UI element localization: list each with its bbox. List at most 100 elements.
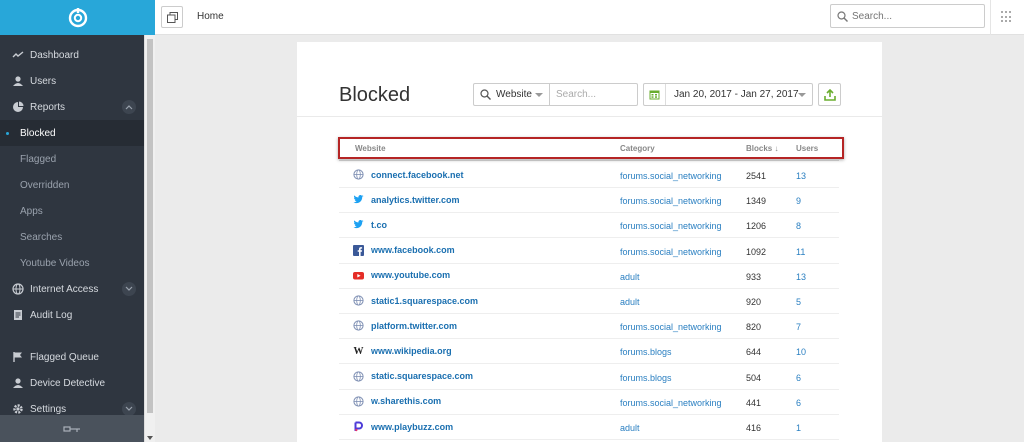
date-range-picker[interactable]: Jan 20, 2017 - Jan 27, 2017 (643, 83, 813, 106)
users-count-link[interactable]: 10 (796, 347, 806, 357)
table-row[interactable]: Wwww.wikipedia.org forums.blogs 644 10 (339, 339, 839, 365)
nav-divider (0, 328, 144, 344)
table-row[interactable]: connect.facebook.net forums.social_networ… (339, 163, 839, 188)
table-row[interactable]: w.sharethis.com forums.social_networking 4… (339, 390, 839, 415)
category-link[interactable]: adult (620, 423, 640, 433)
website-cell[interactable]: www.facebook.com (353, 244, 455, 256)
twitter-icon (353, 194, 364, 205)
website-link[interactable]: connect.facebook.net (371, 170, 464, 180)
sidebar-item-reports[interactable]: Reports (0, 94, 144, 120)
category-link[interactable]: forums.social_networking (620, 322, 722, 332)
category-link[interactable]: adult (620, 297, 640, 307)
scrollbar-thumb[interactable] (147, 39, 153, 413)
sidebar-item-searches[interactable]: Searches (0, 224, 144, 250)
table-row[interactable]: static.squarespace.com forums.blogs 504 6 (339, 365, 839, 390)
users-count-link[interactable]: 7 (796, 322, 801, 332)
blocks-count: 2541 (746, 171, 767, 181)
table-row[interactable]: www.playbuzz.com adult 416 1 (339, 415, 839, 440)
category-link[interactable]: forums.social_networking (620, 247, 722, 257)
global-search-input[interactable] (852, 10, 972, 22)
calendar-icon (644, 84, 666, 105)
website-cell[interactable]: connect.facebook.net (353, 169, 464, 180)
user-icon (12, 377, 24, 389)
sidebar-item-users[interactable]: Users (0, 68, 144, 94)
sidebar-item-overridden[interactable]: Overridden (0, 172, 144, 198)
category-link[interactable]: adult (620, 272, 640, 282)
users-count-link[interactable]: 8 (796, 221, 801, 231)
filter-type-label: Website (496, 89, 532, 100)
key-icon (63, 425, 80, 432)
website-link[interactable]: www.facebook.com (371, 245, 455, 255)
sidebar-item-flagged-queue[interactable]: Flagged Queue (0, 344, 144, 370)
users-count-link[interactable]: 1 (796, 423, 801, 433)
user-icon (12, 75, 24, 87)
collapse-sidebar-button[interactable] (0, 415, 144, 442)
website-link[interactable]: platform.twitter.com (371, 321, 457, 331)
blocks-count: 820 (746, 322, 762, 333)
global-search[interactable] (830, 4, 985, 28)
sidebar-item-youtube-videos[interactable]: Youtube Videos (0, 250, 144, 276)
users-count-link[interactable]: 6 (796, 373, 801, 383)
category-link[interactable]: forums.social_networking (620, 398, 722, 408)
toggle-sidebar-button[interactable] (161, 6, 183, 28)
chevron-down-icon[interactable] (122, 282, 136, 296)
breadcrumb[interactable]: Home (197, 11, 224, 22)
table-row[interactable]: www.facebook.com forums.social_networking… (339, 239, 839, 264)
table-row[interactable]: t.co forums.social_networking 1206 8 (339, 213, 839, 239)
website-link[interactable]: t.co (371, 220, 387, 230)
pie-icon (12, 101, 24, 113)
sidebar-item-label: Audit Log (30, 309, 73, 321)
users-count-link[interactable]: 13 (796, 272, 806, 282)
category-link[interactable]: forums.blogs (620, 347, 672, 357)
users-count-link[interactable]: 11 (796, 247, 805, 257)
filter-type-select[interactable]: Website (473, 83, 550, 106)
sidebar-item-apps[interactable]: Apps (0, 198, 144, 224)
sidebar-item-device-detective[interactable]: Device Detective (0, 370, 144, 396)
website-link[interactable]: www.playbuzz.com (371, 422, 453, 432)
website-cell[interactable]: platform.twitter.com (353, 320, 457, 331)
sidebar-item-audit-log[interactable]: Audit Log (0, 302, 144, 328)
category-link[interactable]: forums.social_networking (620, 171, 722, 181)
website-cell[interactable]: w.sharethis.com (353, 396, 441, 407)
website-link[interactable]: analytics.twitter.com (371, 195, 460, 205)
sidebar-item-blocked[interactable]: Blocked (0, 120, 144, 146)
website-cell[interactable]: Wwww.wikipedia.org (353, 345, 452, 357)
sidebar-item-flagged[interactable]: Flagged (0, 146, 144, 172)
scroll-down-arrow-icon[interactable] (147, 436, 153, 440)
website-cell[interactable]: www.youtube.com (353, 270, 450, 281)
category-link[interactable]: forums.blogs (620, 373, 672, 383)
table-row[interactable]: platform.twitter.com forums.social_networ… (339, 314, 839, 340)
divider (990, 0, 991, 35)
chevron-down-icon[interactable] (122, 402, 136, 416)
users-count-link[interactable]: 9 (796, 196, 801, 206)
website-link[interactable]: www.youtube.com (371, 270, 450, 280)
website-cell[interactable]: analytics.twitter.com (353, 194, 460, 205)
website-link[interactable]: static.squarespace.com (371, 371, 473, 381)
website-cell[interactable]: static1.squarespace.com (353, 295, 478, 306)
filter-search-input[interactable]: Search... (550, 83, 638, 106)
users-count-link[interactable]: 5 (796, 297, 801, 307)
category-link[interactable]: forums.social_networking (620, 196, 722, 206)
table-row[interactable]: www.youtube.com adult 933 13 (339, 264, 839, 289)
sidebar-scrollbar[interactable] (144, 35, 155, 442)
users-count-link[interactable]: 13 (796, 171, 806, 181)
website-link[interactable]: static1.squarespace.com (371, 296, 478, 306)
blocked-report-card: Blocked Website Search... Jan 20, 2017 -… (297, 42, 882, 442)
website-cell[interactable]: t.co (353, 219, 387, 230)
website-cell[interactable]: www.playbuzz.com (353, 421, 453, 432)
export-button[interactable] (818, 83, 841, 106)
document-icon (12, 309, 24, 321)
website-cell[interactable]: static.squarespace.com (353, 370, 473, 382)
table-row[interactable]: static1.squarespace.com adult 920 5 (339, 289, 839, 314)
category-link[interactable]: forums.social_networking (620, 221, 722, 231)
blocks-count: 416 (746, 423, 762, 433)
users-count-link[interactable]: 6 (796, 398, 801, 408)
sidebar-item-internet-access[interactable]: Internet Access (0, 276, 144, 302)
chevron-up-icon[interactable] (122, 100, 136, 114)
apps-grid-icon[interactable] (1001, 11, 1013, 23)
table-row[interactable]: analytics.twitter.com forums.social_netwo… (339, 188, 839, 214)
sidebar-item-dashboard[interactable]: Dashboard (0, 42, 144, 68)
website-link[interactable]: www.wikipedia.org (371, 346, 452, 356)
logo-bar[interactable] (0, 0, 155, 35)
website-link[interactable]: w.sharethis.com (371, 396, 441, 406)
